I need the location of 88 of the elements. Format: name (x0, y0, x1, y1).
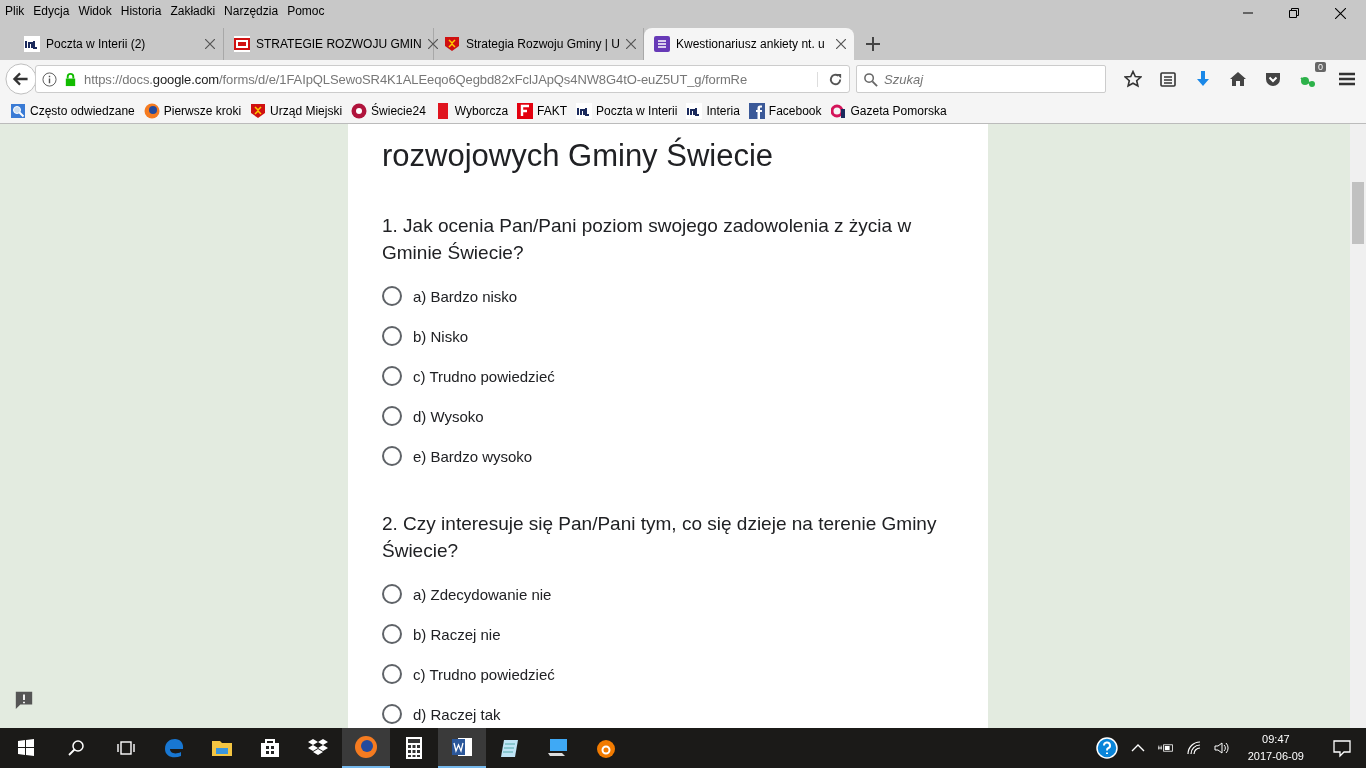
radio-button[interactable] (382, 326, 402, 346)
circle-logo-icon (351, 102, 368, 119)
menu-item[interactable]: Widok (78, 4, 112, 18)
scrollbar[interactable] (1350, 124, 1366, 728)
shopping-bag-icon (258, 736, 282, 760)
bookmark-link[interactable]: Poczta w Interii (596, 103, 678, 118)
facebook-icon (748, 102, 765, 119)
speaker-icon[interactable] (1213, 740, 1230, 756)
option-label[interactable]: a) Zdecydowanie nie (413, 585, 552, 603)
star-icon[interactable] (1124, 70, 1142, 88)
menu-item[interactable]: Pomoc (287, 4, 325, 18)
radio-button[interactable] (382, 704, 402, 724)
clock-date[interactable]: 2017-06-09 (1247, 748, 1304, 765)
menu-item[interactable]: Plik (5, 4, 25, 18)
firefox-icon (143, 102, 160, 119)
interia-icon (576, 102, 593, 119)
bookmark-link[interactable]: Często odwiedzane (30, 103, 135, 118)
menu-item[interactable]: Edycja (33, 4, 70, 18)
gp-logo-icon (830, 102, 847, 119)
radio-button[interactable] (382, 286, 402, 306)
search-icon (863, 72, 878, 87)
tab-title: Kwestionariusz ankiety nt. u (676, 37, 826, 51)
bookmark-link[interactable]: Interia (706, 103, 740, 118)
question-text: 1. Jak ocenia Pan/Pani poziom swojego zadowolenia z życia w Gminie Świecie? (382, 214, 913, 265)
option-label[interactable]: c) Trudno powiedzieć (413, 367, 555, 385)
menu-item[interactable]: Historia (120, 4, 162, 18)
bookmark-link[interactable]: Urząd Miejski (270, 103, 343, 118)
firefox-icon (354, 735, 378, 759)
option-label[interactable]: b) Raczej nie (413, 625, 501, 643)
pocket-icon[interactable] (1264, 70, 1282, 88)
option-label[interactable]: e) Bardzo wysoko (413, 447, 533, 465)
help-icon[interactable] (1095, 737, 1118, 759)
crest-icon (250, 102, 267, 119)
close-icon[interactable] (836, 39, 846, 49)
reading-list-icon[interactable] (1159, 70, 1177, 88)
interia-icon (24, 36, 40, 52)
radio-button[interactable] (382, 584, 402, 604)
option-label[interactable]: b) Nisko (413, 327, 468, 345)
option-label[interactable]: d) Wysoko (413, 407, 484, 425)
menu-item[interactable]: Narzędzia (224, 4, 279, 18)
bookmark-link[interactable]: Facebook (768, 103, 822, 118)
bookmark-link[interactable]: Gazeta Pomorska (850, 103, 947, 118)
browser-tab[interactable]: Kwestionariusz ankiety nt. u (644, 28, 854, 60)
crest-icon (444, 36, 460, 52)
forms-icon (654, 36, 670, 52)
bookmark-link[interactable]: Świecie24 (371, 103, 426, 118)
wifi-icon[interactable] (1185, 740, 1202, 756)
bip-icon (234, 36, 250, 52)
menu-icon[interactable] (1338, 70, 1356, 88)
radio-button[interactable] (382, 624, 402, 644)
radio-button[interactable] (382, 366, 402, 386)
bookmark-link[interactable]: Wyborcza (454, 103, 509, 118)
form-title: rozwojowych Gminy Świecie (382, 138, 775, 174)
info-icon[interactable] (42, 71, 57, 87)
tab-title: STRATEGIE ROZWOJU GMIN (256, 37, 422, 51)
menu-item[interactable]: Zakładki (170, 4, 216, 18)
new-tab-icon[interactable] (866, 37, 880, 51)
close-icon[interactable] (1335, 8, 1346, 19)
option-label[interactable]: a) Bardzo nisko (413, 287, 518, 305)
fakt-icon (517, 102, 534, 119)
word-icon (450, 735, 474, 759)
question-text: 2. Czy interesuje się Pan/Pani tym, co się dzieje na terenie Gminy Świecie? (382, 512, 938, 563)
back-button[interactable] (5, 63, 37, 95)
feedback-icon[interactable] (14, 690, 34, 710)
padlock-icon (63, 71, 78, 87)
interia-icon (686, 102, 703, 119)
search-field[interactable]: Szukaj (856, 65, 1106, 93)
restore-icon[interactable] (1289, 8, 1299, 18)
download-icon[interactable] (1194, 70, 1212, 88)
magnifier-icon (10, 102, 26, 119)
clock-time[interactable]: 09:47 (1262, 731, 1290, 748)
option-label[interactable]: d) Raczej tak (413, 705, 501, 723)
reload-icon[interactable] (817, 71, 843, 87)
taskbar-app[interactable] (438, 728, 486, 768)
radio-button[interactable] (382, 664, 402, 684)
tab-title: Strategia Rozwoju Gminy | U (466, 37, 620, 51)
home-icon[interactable] (1229, 70, 1247, 88)
url-text: https://docs.google.com/forms/d/e/1FAIpQLSewoSR4K1ALEeqo6Qegbd82xFclJApQs4NW8G4tO-euZ5UT_g/formRe (84, 71, 749, 87)
radio-button[interactable] (382, 406, 402, 426)
edge-icon (162, 736, 186, 760)
notification-icon[interactable] (1332, 738, 1352, 758)
radio-button[interactable] (382, 446, 402, 466)
option-label[interactable]: c) Trudno powiedzieć (413, 665, 555, 683)
bookmark-link[interactable]: FAKT (537, 103, 568, 118)
counter-badge: 0 (1315, 62, 1326, 72)
address-bar[interactable]: https://docs.google.com/forms/d/e/1FAIpQLSewoSR4K1ALEeqo6Qegbd82xFclJApQs4NW8G4tO-euZ5UT_g/formRe (35, 65, 850, 93)
tab-title: Poczta w Interii (2) (46, 37, 147, 51)
bookmark-link[interactable]: Pierwsze kroki (163, 103, 242, 118)
